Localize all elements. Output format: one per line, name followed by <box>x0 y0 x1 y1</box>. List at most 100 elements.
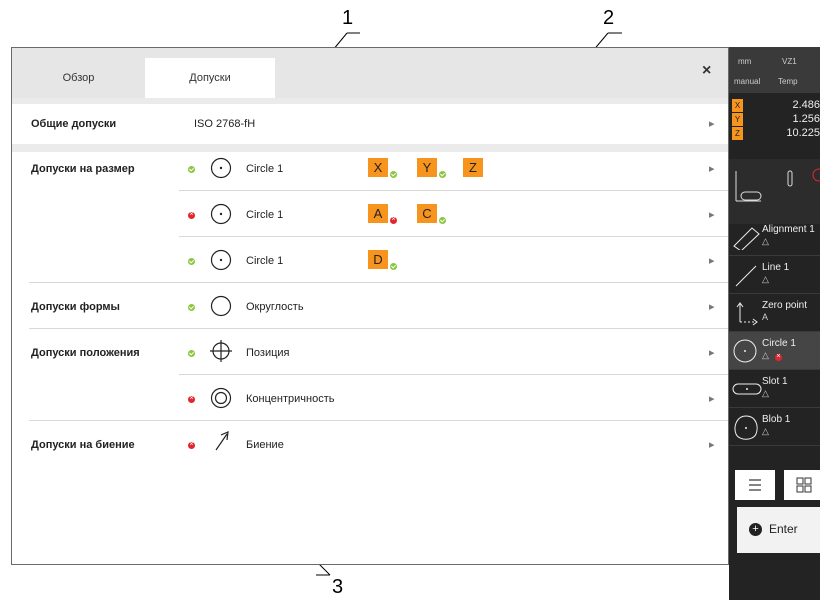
feature-item[interactable]: Line 1 △ <box>729 256 820 294</box>
menu-icon <box>749 479 761 491</box>
tolerance-badge-a[interactable]: A <box>368 204 388 223</box>
tab-overview[interactable]: Обзор <box>12 58 145 98</box>
feature-item[interactable]: Blob 1 △ <box>729 408 820 446</box>
coord-row-x: X 2.486 <box>732 99 820 112</box>
temp-label[interactable]: Temp <box>778 77 798 86</box>
feature-item-sub: △ <box>762 274 769 284</box>
feature-name: Circle 1 <box>246 255 284 267</box>
blob-icon <box>734 415 758 440</box>
alignment-icon <box>733 227 760 250</box>
preview-icon <box>735 168 820 202</box>
concentricity-icon <box>210 387 232 409</box>
position-icon <box>210 340 232 362</box>
slot-icon <box>732 383 762 395</box>
status-ok-icon <box>390 263 397 270</box>
tab-tolerances[interactable]: Допуски <box>145 58 275 98</box>
status-error-icon <box>775 353 782 361</box>
status-error-icon <box>188 211 195 219</box>
callout-1: 1 <box>342 7 354 29</box>
chevron-right-icon[interactable]: ▸ <box>709 300 715 313</box>
tolerance-badge-z[interactable]: Z <box>463 158 483 177</box>
general-tolerances-value: ISO 2768-fH <box>194 118 256 130</box>
feature-item[interactable]: Zero point A <box>729 294 820 332</box>
circle-center-icon <box>210 203 232 225</box>
tolerance-name: Концентричность <box>246 393 335 405</box>
coord-row-z: Z 10.225 <box>732 127 820 140</box>
enter-label: Enter <box>769 522 798 536</box>
tolerance-badge-x[interactable]: X <box>368 158 388 177</box>
status-ok-icon <box>188 304 195 311</box>
runout-icon <box>215 431 229 451</box>
tolerance-name: Биение <box>246 439 284 451</box>
chevron-right-icon[interactable]: ▸ <box>709 208 715 221</box>
chevron-right-icon[interactable]: ▸ <box>709 346 715 359</box>
divider <box>29 420 728 421</box>
chevron-right-icon[interactable]: ▸ <box>709 162 715 175</box>
coord-row-y: Y 1.256 <box>732 113 820 126</box>
feature-name: Circle 1 <box>246 209 284 221</box>
plus-icon: + <box>749 523 762 536</box>
select-button[interactable] <box>784 470 820 500</box>
status-ok-icon <box>390 171 397 178</box>
coord-x-value: 2.486 <box>792 99 820 111</box>
status-ok-icon <box>188 350 195 357</box>
feature-item-name: Line 1 <box>762 262 790 273</box>
close-icon[interactable]: × <box>702 62 711 80</box>
callout-3: 3 <box>332 576 344 598</box>
menu-button[interactable] <box>735 470 775 500</box>
chevron-right-icon: ▸ <box>709 118 715 130</box>
tolerances-list: Допуски на размер Допуски формы Допуски … <box>12 152 728 564</box>
feature-item-name: Blob 1 <box>762 414 791 425</box>
divider <box>179 374 728 375</box>
divider <box>29 328 728 329</box>
feature-item-sub: △ <box>762 350 769 360</box>
chevron-right-icon[interactable]: ▸ <box>709 254 715 267</box>
inspector-sidebar: mm VZ1 manual Temp X 2.486 Y 1.256 Z 10.… <box>729 47 820 600</box>
coord-y-value: 1.256 <box>792 113 820 125</box>
feature-item[interactable]: Alignment 1 △ <box>729 218 820 256</box>
zero-point-icon <box>736 302 758 326</box>
grid-select-icon <box>796 477 812 493</box>
feature-item-name: Circle 1 <box>762 338 796 349</box>
chevron-right-icon[interactable]: ▸ <box>709 392 715 405</box>
vz-label[interactable]: VZ1 <box>782 57 797 66</box>
feature-item-name: Zero point <box>762 300 808 311</box>
feature-preview <box>729 159 820 224</box>
group-position-label: Допуски положения <box>31 347 140 359</box>
enter-button[interactable]: + Enter <box>737 507 820 553</box>
circle-icon <box>733 339 757 363</box>
circle-center-icon <box>210 249 232 271</box>
feature-item-sub: △ <box>762 388 769 398</box>
unit-label[interactable]: mm <box>738 57 751 66</box>
status-error-icon <box>390 216 397 224</box>
general-tolerances-label: Общие допуски <box>31 118 117 130</box>
chevron-right-icon[interactable]: ▸ <box>709 438 715 451</box>
feature-item-name: Alignment 1 <box>762 224 815 235</box>
circularity-icon <box>210 295 232 317</box>
tolerance-badge-y[interactable]: Y <box>417 158 437 177</box>
axis-z-label: Z <box>732 127 743 140</box>
status-ok-icon <box>439 217 446 224</box>
feature-item-selected[interactable]: Circle 1 △ <box>729 332 820 370</box>
general-tolerances-row[interactable]: Общие допуски ISO 2768-fH ▸ <box>12 104 728 144</box>
tolerance-badge-d[interactable]: D <box>368 250 388 269</box>
status-error-icon <box>188 395 195 403</box>
axis-y-label: Y <box>732 113 743 126</box>
status-ok-icon <box>188 258 195 265</box>
feature-item[interactable]: Slot 1 △ <box>729 370 820 408</box>
tab-bar: Обзор Допуски × <box>12 48 728 98</box>
axis-x-label: X <box>732 99 743 112</box>
callout-2: 2 <box>603 7 615 29</box>
feature-item-name: Slot 1 <box>762 376 788 387</box>
sidebar-header: mm VZ1 manual Temp <box>729 47 820 93</box>
feature-item-sub: A <box>762 312 769 322</box>
tolerance-badge-c[interactable]: C <box>417 204 437 223</box>
feature-item-sub: △ <box>762 426 769 436</box>
feature-item-sub: △ <box>762 236 769 246</box>
mode-label[interactable]: manual <box>734 77 760 86</box>
circle-center-icon <box>210 157 232 179</box>
tolerance-name: Позиция <box>246 347 290 359</box>
status-error-icon <box>188 441 195 449</box>
line-icon <box>735 265 757 287</box>
tolerance-name: Округлость <box>246 301 304 313</box>
